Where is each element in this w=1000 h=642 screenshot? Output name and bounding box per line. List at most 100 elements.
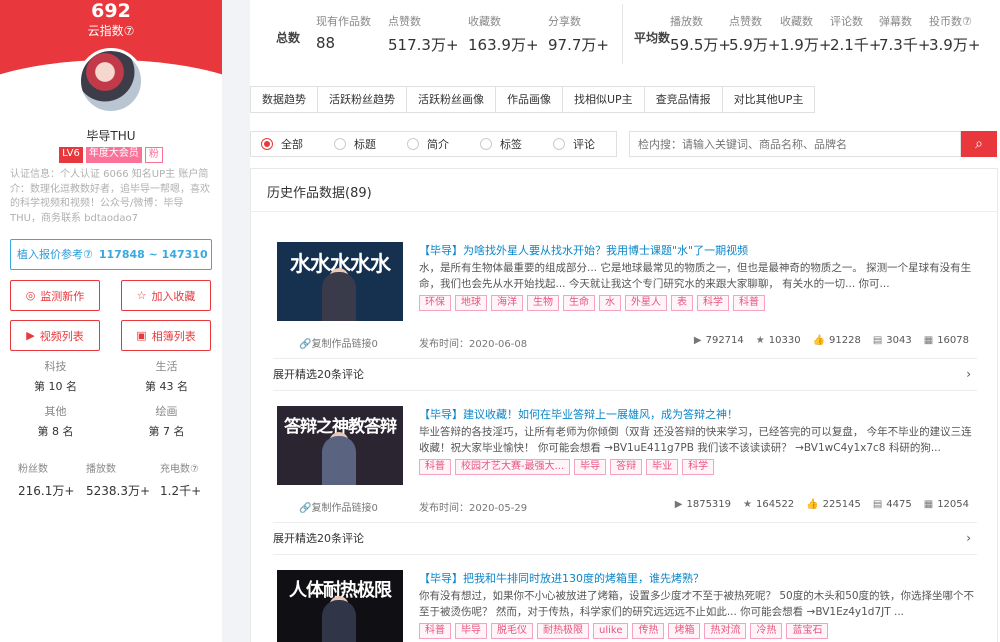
video-list-button[interactable]: ▶ 视频列表 bbox=[10, 320, 100, 351]
tag[interactable]: ulike bbox=[593, 623, 629, 639]
stat-label: 弹幕数 bbox=[879, 15, 912, 28]
tag[interactable]: 生命 bbox=[563, 295, 595, 311]
thumbnail-figure-body bbox=[322, 272, 356, 321]
tag[interactable]: 科学 bbox=[682, 459, 715, 475]
tab-similar-up[interactable]: 找相似UP主 bbox=[562, 86, 644, 113]
radio-all[interactable]: 全部 bbox=[261, 136, 324, 152]
stat-label: 点赞数 bbox=[388, 15, 421, 28]
search-icon: ⌕ bbox=[975, 136, 983, 152]
play-icon: ▶ bbox=[26, 329, 35, 342]
avg-stat: 评论数 2.1千+ bbox=[830, 13, 881, 55]
thumb-up-icon: 👍 bbox=[806, 499, 819, 510]
metric-value: 164522 bbox=[756, 499, 795, 510]
tag[interactable]: 海洋 bbox=[491, 295, 523, 311]
copy-link-button[interactable]: 🔗复制作品链接0 bbox=[299, 499, 378, 514]
expand-comments-row[interactable]: 展开精选20条评论 › bbox=[273, 358, 977, 391]
average-group-label: 平均数 bbox=[634, 31, 671, 45]
video-card: 答辩之神教答辩 🔗复制作品链接0 【毕导】建议收藏！如何在毕业答辩上一展雄风，成… bbox=[277, 406, 977, 516]
tag[interactable]: 脱毛仪 bbox=[491, 623, 533, 639]
tab-active-fans-trend[interactable]: 活跃粉丝趋势 bbox=[317, 86, 406, 113]
add-favorite-button[interactable]: ☆ 加入收藏 bbox=[121, 280, 211, 311]
search-button[interactable]: ⌕ bbox=[961, 131, 997, 157]
tag[interactable]: 科学 bbox=[697, 295, 729, 311]
tag[interactable]: 环保 bbox=[419, 295, 451, 311]
monitor-new-button[interactable]: ◎ 监测新作 bbox=[10, 280, 100, 311]
metric-value: 10330 bbox=[768, 335, 801, 346]
video-thumbnail[interactable]: 水水水水水 bbox=[277, 242, 403, 321]
tag[interactable]: 生物 bbox=[527, 295, 559, 311]
tag[interactable]: 烤箱 bbox=[668, 623, 701, 639]
radio-comment[interactable]: 评论 bbox=[553, 136, 616, 152]
tab-active-fans-profile[interactable]: 活跃粉丝画像 bbox=[406, 86, 495, 113]
tag[interactable]: 科普 bbox=[419, 623, 451, 639]
tag[interactable]: 校园才艺大赛-最强大... bbox=[455, 459, 571, 475]
stat-label: 粉丝数 bbox=[18, 464, 48, 475]
radio-label: 简介 bbox=[427, 138, 449, 151]
stats-divider bbox=[622, 4, 623, 64]
badge-row: LV6 年度大会员 粉 bbox=[0, 147, 222, 163]
total-group-label: 总数 bbox=[276, 31, 301, 45]
rank-item: 生活 第 43 名 bbox=[111, 358, 222, 394]
radio-title[interactable]: 标题 bbox=[334, 136, 397, 152]
tag[interactable]: 水 bbox=[599, 295, 621, 311]
total-stat: 分享数 97.7万+ bbox=[548, 13, 609, 55]
divider bbox=[251, 211, 997, 212]
avg-stat: 播放数 59.5万+ bbox=[670, 13, 731, 55]
video-thumbnail[interactable]: 人体耐热极限 bbox=[277, 570, 403, 642]
radio-label: 标签 bbox=[500, 138, 522, 151]
tag[interactable]: 耐热极限 bbox=[537, 623, 589, 639]
tag[interactable]: 毕导 bbox=[455, 623, 487, 639]
video-title[interactable]: 【毕导】建议收藏！如何在毕业答辩上一展雄风，成为答辩之神！ bbox=[419, 406, 738, 422]
video-metrics: ▶ 792714 ★ 10330 👍 91228 ▤ 3043 ▦ 16078 bbox=[694, 335, 969, 346]
stat-value: 88 bbox=[316, 34, 336, 52]
cloud-index-label[interactable]: 云指数⑦ bbox=[0, 22, 222, 39]
radio-intro[interactable]: 简介 bbox=[407, 136, 470, 152]
play-icon: ▶ bbox=[693, 335, 702, 346]
radio-tag[interactable]: 标签 bbox=[480, 136, 543, 152]
search-scope-filter: 全部 标题 简介 标签 评论 bbox=[250, 131, 617, 157]
tag[interactable]: 外星人 bbox=[625, 295, 667, 311]
tab-data-trend[interactable]: 数据趋势 bbox=[250, 86, 317, 113]
tag[interactable]: 毕导 bbox=[574, 459, 607, 475]
comment-icon: ▤ bbox=[872, 335, 883, 346]
stat-value: 5238.3万+ bbox=[86, 484, 151, 498]
expand-label: 展开精选20条评论 bbox=[273, 532, 364, 545]
copy-link-button[interactable]: 🔗复制作品链接0 bbox=[299, 335, 378, 350]
bookmark-icon: ▦ bbox=[923, 499, 934, 510]
tag[interactable]: 地球 bbox=[455, 295, 487, 311]
tag[interactable]: 表 bbox=[671, 295, 693, 311]
total-stat: 点赞数 517.3万+ bbox=[388, 13, 459, 55]
video-thumbnail[interactable]: 答辩之神教答辩 bbox=[277, 406, 403, 485]
tag[interactable]: 科普 bbox=[733, 295, 765, 311]
stat-label: 点赞数 bbox=[729, 15, 762, 28]
tag[interactable]: 传热 bbox=[632, 623, 665, 639]
panel-title: 历史作品数据(89) bbox=[267, 186, 372, 201]
tag[interactable]: 科普 bbox=[419, 459, 451, 475]
tab-compare-up[interactable]: 对比其他UP主 bbox=[721, 86, 816, 113]
tag[interactable]: 答辩 bbox=[610, 459, 643, 475]
copy-link-label: 复制作品链接0 bbox=[311, 503, 378, 514]
favorite-label: 加入收藏 bbox=[151, 289, 196, 303]
tag[interactable]: 冷热 bbox=[750, 623, 783, 639]
ad-quote-box[interactable]: 植入报价参考⑦ 117848 ~ 147310 bbox=[10, 239, 212, 270]
radio-dot bbox=[553, 138, 565, 150]
likes-metric: 👍 91228 bbox=[813, 335, 861, 346]
thumbnail-figure-body bbox=[322, 436, 356, 485]
tag[interactable]: 蓝宝石 bbox=[786, 623, 829, 639]
expand-comments-row[interactable]: 展开精选20条评论 › bbox=[273, 522, 977, 555]
tab-works-profile[interactable]: 作品画像 bbox=[495, 86, 562, 113]
tab-competitor-intel[interactable]: 查竞品情报 bbox=[643, 86, 722, 113]
video-title[interactable]: 【毕导】把我和牛排同时放进130度的烤箱里，谁先烤熟？ bbox=[419, 570, 704, 586]
stat-value: 216.1万+ bbox=[18, 484, 75, 498]
stat-label: 播放数 bbox=[670, 15, 703, 28]
search-input[interactable] bbox=[629, 131, 961, 157]
tag[interactable]: 热对流 bbox=[704, 623, 747, 639]
stat-value: 3.9万+ bbox=[929, 36, 981, 54]
metric-value: 91228 bbox=[829, 335, 861, 346]
album-list-button[interactable]: ▣ 相簿列表 bbox=[121, 320, 211, 351]
video-title[interactable]: 【毕导】为啥找外星人要从找水开始？我用博士课题"水"了一期视频 bbox=[419, 242, 748, 258]
total-stat: 收藏数 163.9万+ bbox=[468, 13, 539, 55]
charge-stat: 充电数⑦ 1.2千+ bbox=[160, 460, 201, 499]
tag[interactable]: 毕业 bbox=[646, 459, 679, 475]
avatar[interactable] bbox=[78, 48, 144, 114]
